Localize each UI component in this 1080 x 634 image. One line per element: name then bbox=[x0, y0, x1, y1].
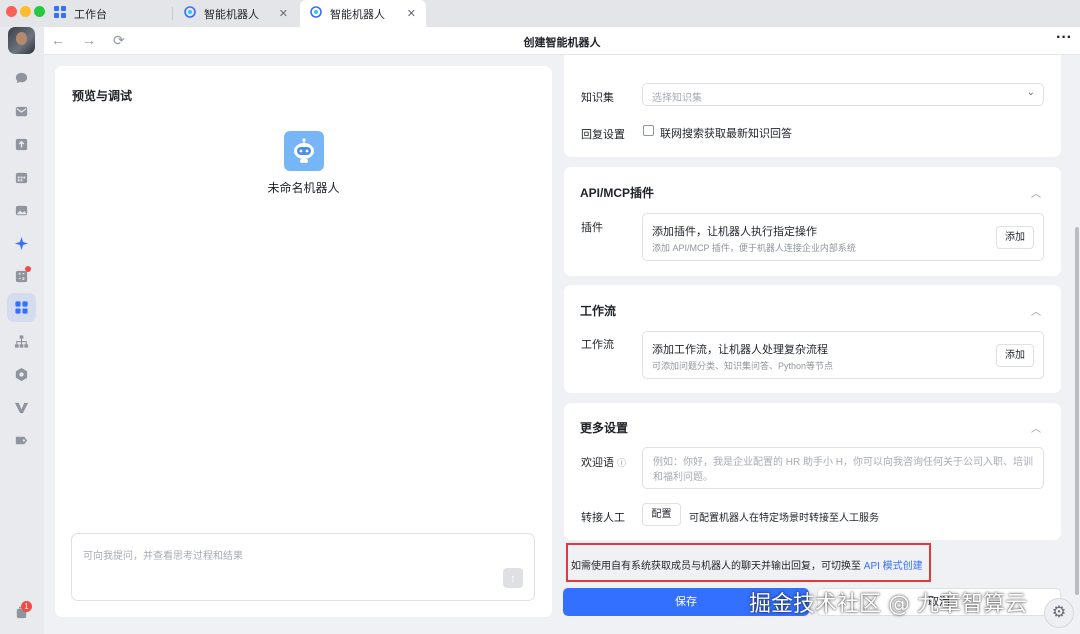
handoff-config-button[interactable]: 配置 bbox=[642, 503, 681, 526]
image-icon[interactable] bbox=[13, 202, 30, 219]
chat-input-placeholder: 可向我提问，并查看思考过程和结果 bbox=[83, 551, 243, 562]
plugins-main-text: 添加插件，让机器人执行指定操作 bbox=[652, 226, 817, 238]
plugins-card: API/MCP插件 ︿ 插件 添加插件，让机器人执行指定操作 添加 API/MC… bbox=[564, 167, 1061, 276]
workflow-section-title: 工作流 bbox=[580, 304, 617, 318]
tab-bot-1[interactable]: 智能机器人 ✕ bbox=[174, 0, 298, 27]
collapse-chevron-icon[interactable]: ︿ bbox=[1031, 420, 1041, 435]
mail-icon[interactable] bbox=[13, 103, 30, 120]
knowledge-label: 知识集 bbox=[581, 92, 614, 104]
api-mode-note: 如需使用自有系统获取成员与机器人的聊天并输出回复，可切换至 API 模式创建 bbox=[566, 543, 931, 582]
handoff-description: 可配置机器人在特定场景时转接至人工服务 bbox=[689, 513, 879, 524]
more-options-icon[interactable]: ··· bbox=[1056, 29, 1072, 47]
preview-title: 预览与调试 bbox=[72, 89, 133, 103]
send-button[interactable]: ↑ bbox=[503, 568, 523, 588]
left-sidebar: 1 bbox=[0, 27, 44, 634]
window-titlebar: 工作台 智能机器人 ✕ 智能机器人 ✕ bbox=[0, 0, 1080, 27]
tab-divider bbox=[172, 7, 173, 20]
chat-input[interactable]: 可向我提问，并查看思考过程和结果 ↑ bbox=[71, 533, 535, 601]
hexagon-icon[interactable] bbox=[13, 366, 30, 383]
add-plugin-button[interactable]: 添加 bbox=[996, 226, 1034, 249]
scrollbar-thumb[interactable] bbox=[1075, 227, 1079, 595]
handoff-label: 转接人工 bbox=[581, 512, 625, 524]
more-settings-card: 更多设置 ︿ 欢迎语 ⓘ 例如：你好，我是企业配置的 HR 助手小 H，你可以向… bbox=[564, 403, 1061, 540]
tag-icon[interactable] bbox=[13, 432, 30, 449]
bot-app-icon bbox=[310, 6, 322, 21]
bot-avatar[interactable] bbox=[284, 131, 324, 171]
knowledge-select-placeholder: 选择知识集 bbox=[652, 93, 702, 104]
collapse-chevron-icon[interactable]: ︿ bbox=[1031, 303, 1041, 318]
plugins-sub-text: 添加 API/MCP 插件，便于机器人连接企业内部系统 bbox=[652, 243, 856, 253]
welcome-label: 欢迎语 ⓘ bbox=[581, 457, 627, 469]
workflow-card: 工作流 ︿ 工作流 添加工作流，让机器人处理复杂流程 可添加问题分类、知识集问答… bbox=[564, 285, 1061, 393]
preview-panel: 预览与调试 未命名机器人 可向我提问，并查看思考过程和结果 ↑ bbox=[55, 66, 552, 617]
unread-badge: 1 bbox=[21, 601, 32, 612]
minimize-window-button[interactable] bbox=[20, 6, 31, 17]
chevron-down-icon: ⌄ bbox=[1026, 87, 1035, 98]
watermark-text: 掘金技术社区 @ 九章智算云 bbox=[749, 592, 1027, 617]
bot-app-icon bbox=[184, 6, 196, 21]
api-mode-note-text: 如需使用自有系统获取成员与机器人的聊天并输出回复，可切换至 API 模式创建 bbox=[571, 561, 923, 572]
page-title: 创建智能机器人 bbox=[523, 37, 601, 49]
robot-icon bbox=[294, 138, 314, 163]
collapse-chevron-icon[interactable]: ︿ bbox=[1031, 185, 1041, 200]
close-tab-icon[interactable]: ✕ bbox=[407, 7, 416, 20]
tab-label: 智能机器人 bbox=[330, 8, 385, 21]
reply-settings-label: 回复设置 bbox=[581, 129, 625, 141]
welcome-textarea[interactable]: 例如：你好，我是企业配置的 HR 助手小 H，你可以向我咨询任何关于公司入职、培… bbox=[642, 447, 1044, 489]
welcome-placeholder: 例如：你好，我是企业配置的 HR 助手小 H，你可以向我咨询任何关于公司入职、培… bbox=[653, 457, 1033, 483]
workflow-label: 工作流 bbox=[581, 339, 614, 351]
web-search-checkbox[interactable] bbox=[643, 125, 654, 136]
plugins-add-box: 添加插件，让机器人执行指定操作 添加 API/MCP 插件，便于机器人连接企业内… bbox=[642, 213, 1044, 261]
plugins-label: 插件 bbox=[581, 222, 603, 234]
info-icon[interactable]: ⓘ bbox=[617, 458, 626, 468]
close-tab-icon[interactable]: ✕ bbox=[279, 7, 288, 20]
navigation-bar: ← → ⟳ 创建智能机器人 ··· bbox=[44, 27, 1080, 55]
bot-name: 未命名机器人 bbox=[267, 181, 340, 195]
knowledge-card: 知识集 选择知识集 ⌄ 回复设置 联网搜索获取最新知识回答 bbox=[564, 55, 1061, 157]
chat-icon[interactable] bbox=[13, 70, 30, 87]
org-chart-icon[interactable] bbox=[13, 333, 30, 350]
knowledge-select[interactable]: 选择知识集 ⌄ bbox=[642, 83, 1044, 106]
notification-dot bbox=[25, 266, 31, 272]
tab-label: 工作台 bbox=[74, 8, 107, 21]
workflow-add-box: 添加工作流，让机器人处理复杂流程 可添加问题分类、知识集问答、Python等节点… bbox=[642, 331, 1044, 379]
add-workflow-button[interactable]: 添加 bbox=[996, 344, 1034, 367]
workflow-main-text: 添加工作流，让机器人处理复杂流程 bbox=[652, 344, 828, 356]
tab-bot-2-active[interactable]: 智能机器人 ✕ bbox=[300, 0, 426, 27]
main-content: 预览与调试 未命名机器人 可向我提问，并查看思考过程和结果 ↑ 知识集 选择知识… bbox=[44, 55, 1080, 634]
v-logo-icon[interactable] bbox=[13, 399, 30, 416]
tab-workbench[interactable]: 工作台 bbox=[44, 0, 170, 27]
grid-app-icon bbox=[54, 6, 66, 21]
close-window-button[interactable] bbox=[6, 6, 17, 17]
upload-icon[interactable] bbox=[13, 136, 30, 153]
workflow-sub-text: 可添加问题分类、知识集问答、Python等节点 bbox=[652, 361, 834, 371]
api-mode-link[interactable]: API 模式创建 bbox=[864, 561, 923, 572]
more-settings-title: 更多设置 bbox=[580, 421, 629, 435]
gear-icon[interactable]: ⚙ bbox=[1044, 598, 1074, 628]
web-search-checkbox-label: 联网搜索获取最新知识回答 bbox=[660, 128, 792, 140]
calendar-icon[interactable] bbox=[13, 169, 30, 186]
sparkle-icon[interactable] bbox=[13, 235, 30, 252]
apps-grid-icon[interactable] bbox=[13, 299, 30, 316]
user-avatar[interactable] bbox=[8, 27, 35, 54]
plugins-section-title: API/MCP插件 bbox=[580, 186, 655, 200]
tab-label: 智能机器人 bbox=[204, 8, 259, 21]
